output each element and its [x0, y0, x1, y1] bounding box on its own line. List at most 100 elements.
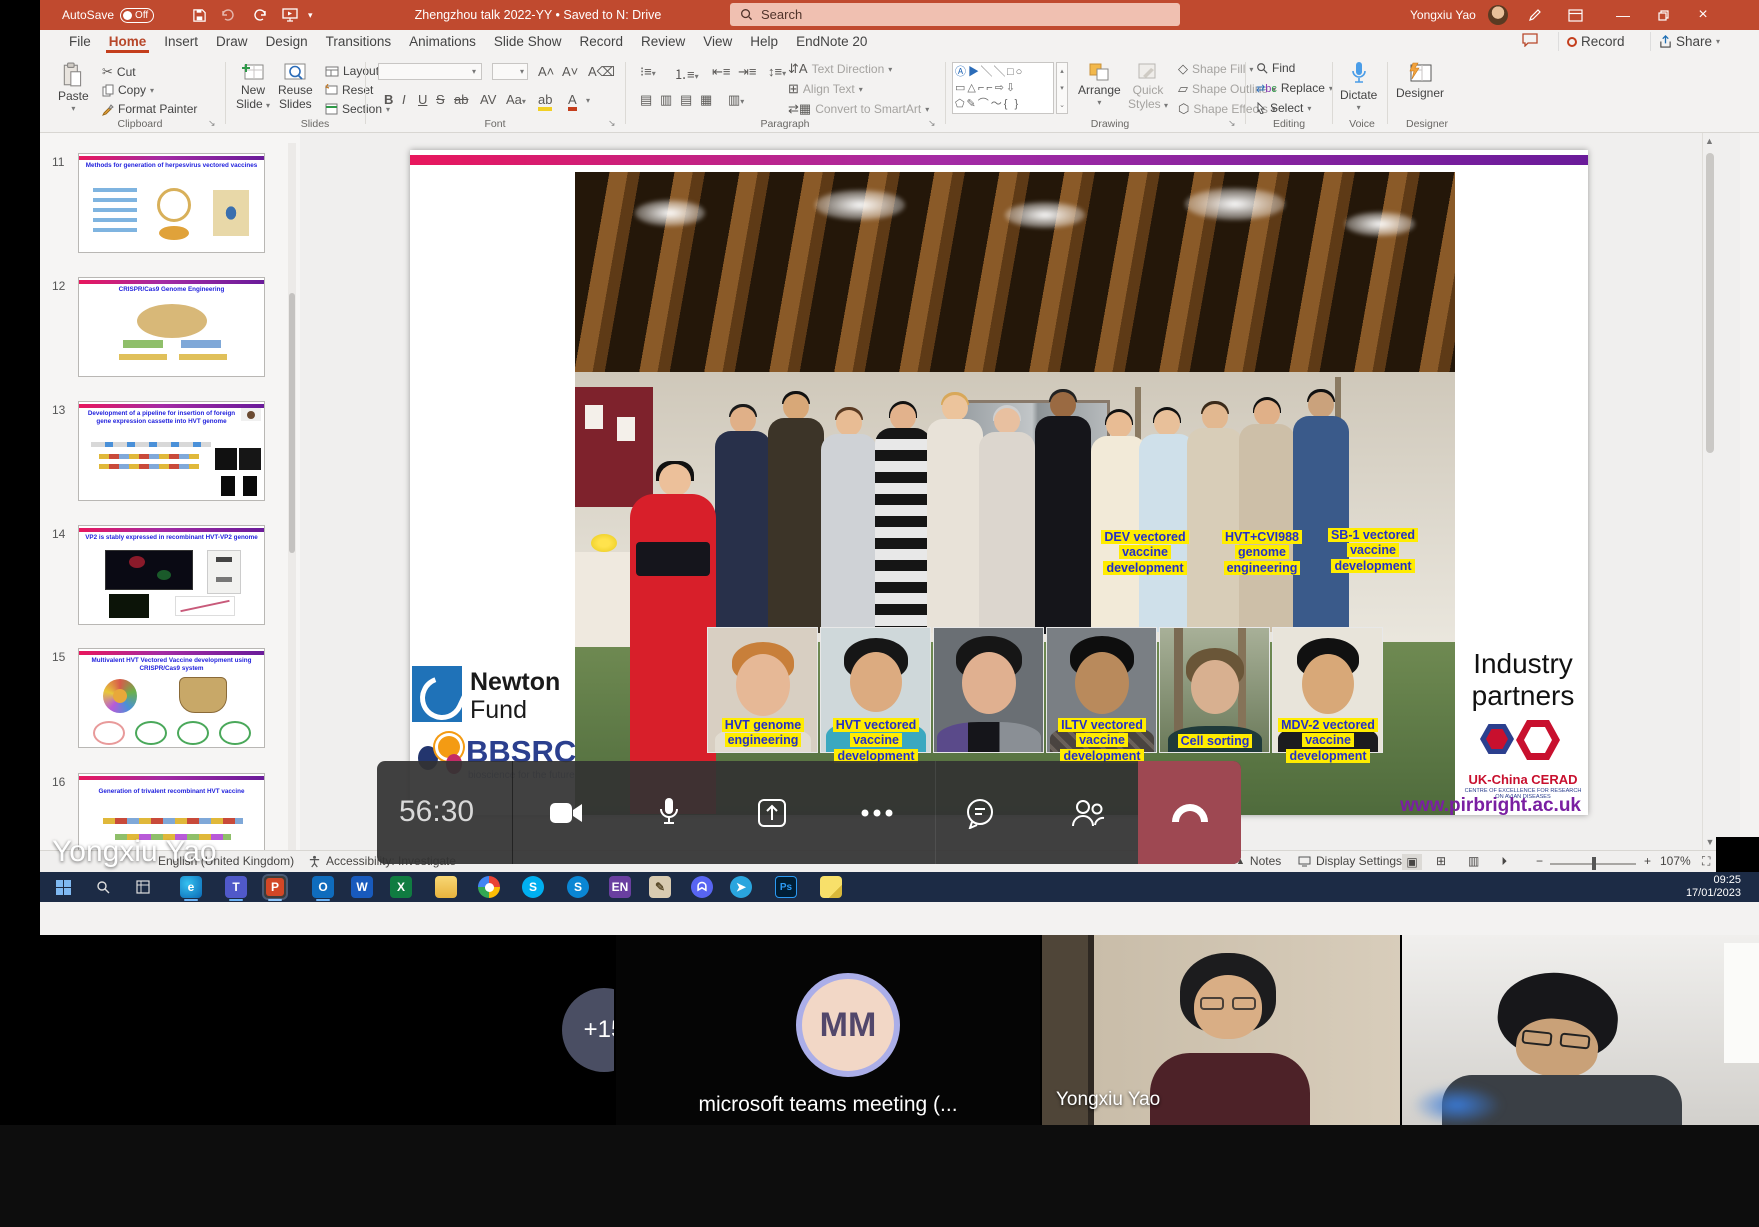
columns-button[interactable]: ▥▾	[728, 92, 744, 108]
remote-pen-app-icon[interactable]: ✎	[649, 876, 671, 898]
zoom-slider-thumb[interactable]	[1592, 857, 1596, 870]
character-spacing-button[interactable]: AV	[480, 92, 496, 107]
avatar[interactable]	[1488, 0, 1508, 30]
designer-button[interactable]: Designer	[1396, 62, 1444, 100]
cut-button[interactable]: ✂Cut	[102, 64, 136, 80]
remote-skype-icon[interactable]: S	[522, 876, 544, 898]
tab-design[interactable]: Design	[257, 30, 317, 53]
decrease-indent-button[interactable]: ⇤≡	[712, 64, 730, 80]
remote-clock[interactable]: 09:25 17/01/2023	[1686, 874, 1741, 900]
paste-button[interactable]: Paste▾	[58, 62, 89, 113]
remote-start-button[interactable]	[52, 876, 74, 898]
fit-to-window-button[interactable]: ⛶	[1702, 854, 1710, 869]
video-tile-meeting[interactable]: MM microsoft teams meeting (...	[616, 935, 1040, 1125]
remote-skype2-icon[interactable]: S	[567, 876, 589, 898]
remote-stickynotes-icon[interactable]	[820, 876, 842, 898]
align-text-button[interactable]: ⊞Align Text▾	[788, 81, 863, 97]
quick-styles-button[interactable]: QuickStyles ▾	[1128, 62, 1168, 111]
comments-button[interactable]	[1522, 33, 1538, 47]
start-slideshow-button[interactable]	[282, 0, 298, 30]
autosave-toggle[interactable]: AutoSave Off	[62, 0, 154, 30]
camera-button[interactable]	[542, 789, 590, 837]
video-tile-yongxiu[interactable]: Yongxiu Yao	[1042, 935, 1400, 1125]
copy-button[interactable]: Copy▾	[102, 83, 154, 97]
slide-scrollbar[interactable]: ▲ ▼ ≪ ≫	[1702, 133, 1716, 883]
bullets-button[interactable]: ⁝≡▾	[640, 64, 656, 80]
section-button[interactable]: Section▾	[325, 102, 390, 116]
chat-button[interactable]	[956, 789, 1004, 837]
align-center-button[interactable]: ▥	[660, 92, 672, 108]
more-actions-button[interactable]	[853, 789, 901, 837]
thumbnail-slide-12[interactable]: CRISPR/Cas9 Genome Engineering	[78, 277, 265, 377]
tab-record[interactable]: Record	[570, 30, 632, 53]
clear-formatting-button[interactable]: A⌫	[588, 64, 615, 80]
reuse-slides-button[interactable]: ReuseSlides	[278, 62, 313, 111]
remote-search-icon[interactable]	[92, 876, 114, 898]
search-box[interactable]: Search	[730, 3, 1180, 26]
remote-powerpoint-icon[interactable]: P	[264, 876, 286, 898]
format-painter-button[interactable]: Format Painter	[102, 102, 197, 116]
select-button[interactable]: Select▾	[1256, 101, 1311, 115]
tab-help[interactable]: Help	[741, 30, 787, 53]
normal-view-button[interactable]: ▣	[1402, 854, 1422, 870]
thumbnail-slide-15[interactable]: Multivalent HVT Vectored Vaccine develop…	[78, 648, 265, 748]
new-slide-button[interactable]: NewSlide ▾	[236, 62, 270, 111]
remote-outlook-icon[interactable]: O	[312, 876, 334, 898]
minimize-button[interactable]: —	[1608, 0, 1638, 30]
reset-button[interactable]: Reset	[325, 83, 373, 97]
arrange-button[interactable]: Arrange▾	[1078, 62, 1121, 107]
editing-mode-pen-icon[interactable]	[1528, 0, 1542, 30]
undo-button[interactable]	[220, 0, 236, 30]
remote-photoshop-icon[interactable]: Ps	[775, 876, 797, 898]
slideshow-view-button[interactable]: 🞂	[1502, 854, 1507, 869]
bold-button[interactable]: B	[384, 92, 393, 107]
share-screen-button[interactable]	[748, 789, 796, 837]
underline-button[interactable]: U	[418, 92, 427, 107]
remote-chrome-icon[interactable]	[478, 876, 500, 898]
tab-view[interactable]: View	[694, 30, 741, 53]
close-button[interactable]: ×	[1688, 0, 1718, 30]
hang-up-button[interactable]	[1138, 761, 1241, 864]
remote-telegram-icon[interactable]: ➤	[730, 876, 752, 898]
tab-file[interactable]: File	[60, 30, 100, 53]
zoom-in-button[interactable]: +	[1644, 854, 1651, 868]
font-color-button[interactable]: A	[568, 92, 577, 111]
scroll-down-icon[interactable]: ▼	[1703, 837, 1717, 847]
dictate-button[interactable]: Dictate▾	[1340, 61, 1377, 112]
shape-fill-button[interactable]: ◇Shape Fill▾	[1178, 61, 1253, 77]
ribbon-display-options-button[interactable]	[1568, 0, 1583, 30]
shape-gallery[interactable]: Ⓐ▶╲╲□○▭△⌐⌐⇨⇩⬠✎⌒～{ }	[952, 62, 1054, 114]
notes-button[interactable]: ▲Notes	[1236, 854, 1281, 868]
remote-teams-icon[interactable]: T	[225, 876, 247, 898]
thumbnail-slide-13[interactable]: Development of a pipeline for insertion …	[78, 401, 265, 501]
website-link[interactable]: www.pirbright.ac.uk	[1365, 795, 1581, 815]
remote-word-icon[interactable]: W	[351, 876, 373, 898]
remote-discord-icon[interactable]: ᗣ	[691, 876, 713, 898]
share-button[interactable]: Share▾	[1650, 32, 1728, 51]
slide-sorter-view-button[interactable]: ⊞	[1436, 854, 1446, 868]
zoom-level[interactable]: 107%	[1660, 854, 1691, 868]
video-tile-empty[interactable]: +15	[0, 935, 614, 1125]
align-left-button[interactable]: ▤	[640, 92, 652, 108]
increase-font-size-button[interactable]: A˄	[538, 64, 554, 79]
shadow-button[interactable]: ab	[454, 92, 468, 107]
italic-button[interactable]: I	[402, 92, 406, 107]
increase-indent-button[interactable]: ⇥≡	[738, 64, 756, 80]
numbering-button[interactable]: ⒈≡▾	[674, 64, 699, 83]
scrollbar-thumb[interactable]	[1706, 153, 1714, 453]
align-right-button[interactable]: ▤	[680, 92, 692, 108]
video-tile-right[interactable]	[1402, 935, 1759, 1125]
thumbnail-slide-11[interactable]: Methods for generation of herpesvirus ve…	[78, 153, 265, 253]
save-button[interactable]	[192, 0, 207, 30]
thumbnail-scrollbar[interactable]	[288, 143, 296, 880]
participants-button[interactable]	[1064, 789, 1112, 837]
highlight-color-button[interactable]: ab	[538, 92, 552, 111]
restore-button[interactable]	[1648, 0, 1678, 30]
font-color-dropdown[interactable]: ▾	[586, 96, 590, 105]
paragraph-dialog-launcher[interactable]: ↘	[928, 118, 936, 129]
tab-transitions[interactable]: Transitions	[317, 30, 401, 53]
replace-button[interactable]: ⇄bc Replace▾	[1256, 81, 1333, 95]
tab-animations[interactable]: Animations	[400, 30, 485, 53]
zoom-out-button[interactable]: −	[1536, 854, 1543, 868]
tab-draw[interactable]: Draw	[207, 30, 257, 53]
